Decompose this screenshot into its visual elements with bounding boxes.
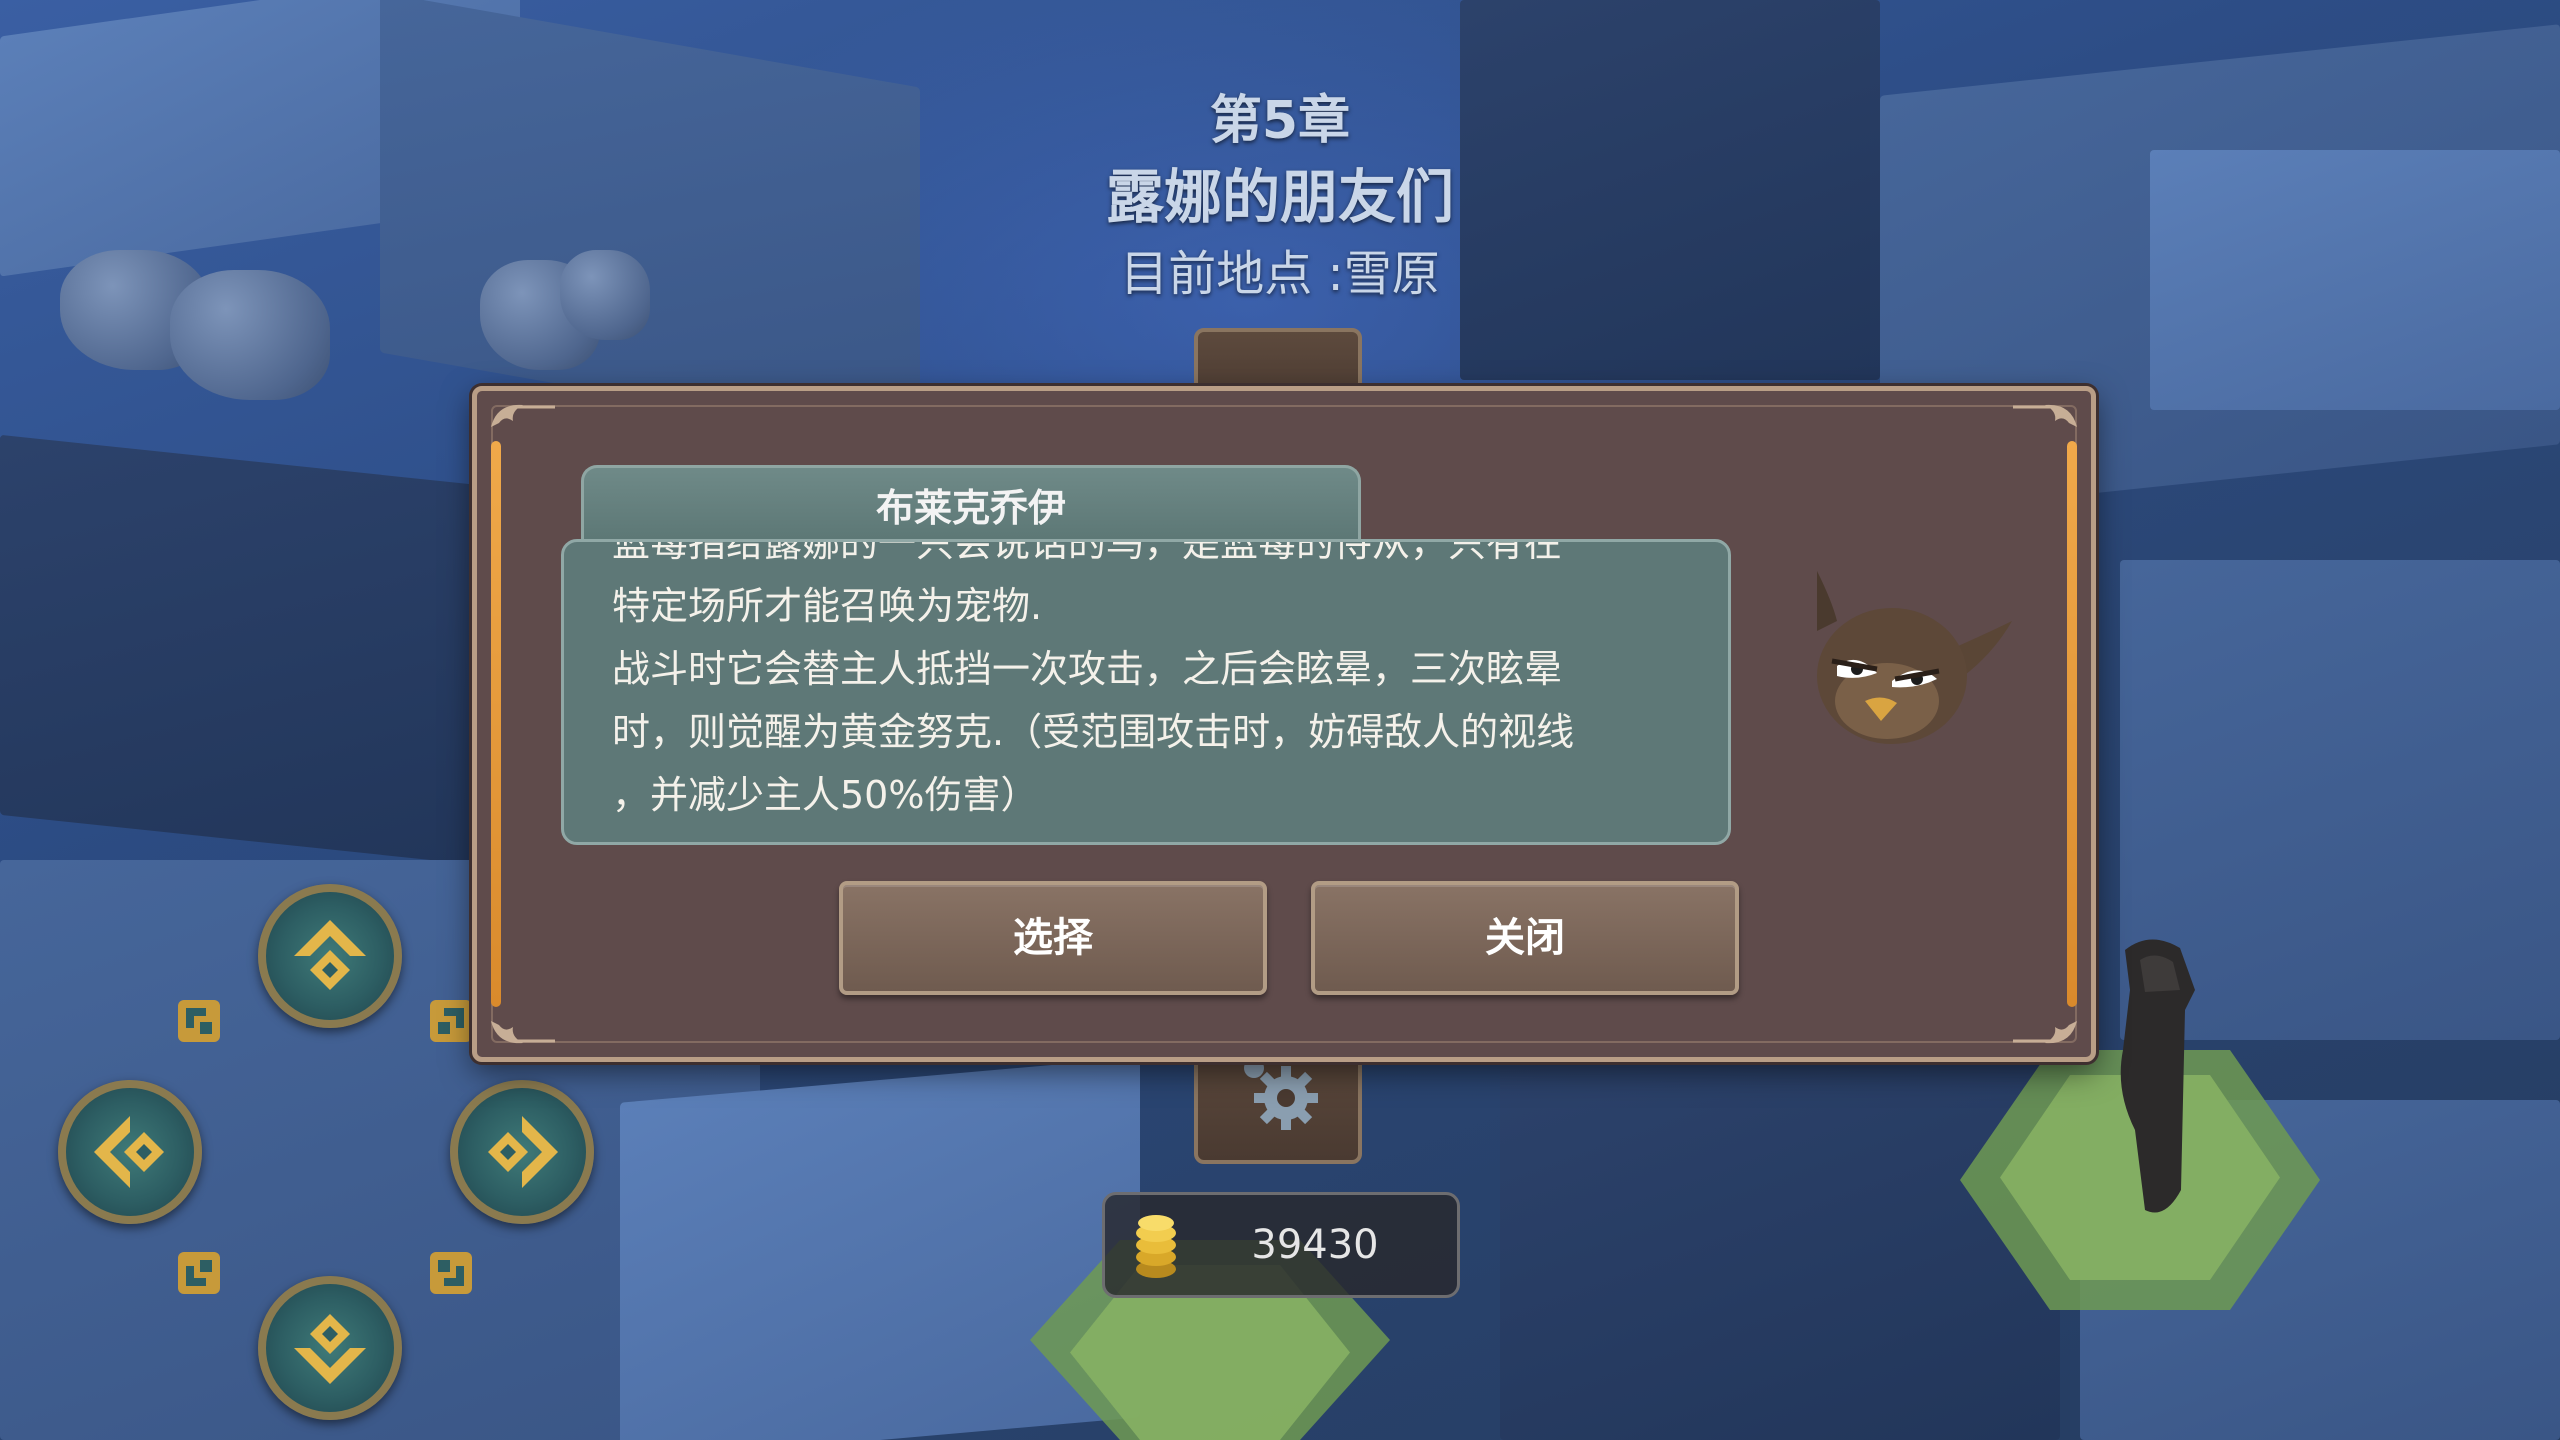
dpad-down-button[interactable] (258, 1276, 402, 1420)
dpad-up-left-button[interactable] (176, 998, 222, 1044)
dpad-up-button[interactable] (258, 884, 402, 1028)
select-button[interactable]: 选择 (839, 881, 1267, 995)
dialog-right-accent (2067, 441, 2077, 1007)
current-location: 目前地点 :雪原 (1120, 246, 1440, 302)
arrow-down-right-icon (430, 1252, 472, 1294)
pet-name: 布莱克乔伊 (875, 486, 1066, 530)
arrow-down-left-icon (178, 1252, 220, 1294)
select-button-label: 选择 (1013, 915, 1093, 961)
dark-totem (2120, 939, 2195, 1213)
chapter-title: 露娜的朋友们 (1105, 163, 1454, 231)
arrow-up-left-icon (178, 1000, 220, 1042)
pet-description-panel[interactable]: 蓝莓指给露娜的一只会说话的鸟，是蓝莓的侍从，只有在 特定场所才能召唤为宠物. 战… (561, 539, 1731, 845)
dpad-left-button[interactable] (58, 1080, 202, 1224)
ice-block (0, 434, 480, 866)
gold-coin-icon (1136, 1215, 1176, 1278)
pet-info-dialog: 布莱克乔伊 蓝莓指给露娜的一只会说话的鸟，是蓝莓的侍从，只有在 特定场所才能召唤… (472, 386, 2096, 1062)
corner-ornament-icon (491, 1021, 555, 1044)
gold-amount: 39430 (1251, 1222, 1379, 1268)
ice-block (1500, 1060, 2060, 1440)
dpad-up-right-button[interactable] (428, 998, 474, 1044)
ice-block (620, 1057, 1140, 1440)
arrow-right-icon (488, 1116, 558, 1188)
dialog-left-accent (491, 441, 501, 1007)
close-button[interactable]: 关闭 (1311, 881, 1739, 995)
corner-ornament-icon (2013, 1021, 2077, 1044)
chapter-number: 第5章 (1209, 91, 1351, 151)
pet-description-text: 蓝莓指给露娜的一只会说话的鸟，是蓝莓的侍从，只有在 特定场所才能召唤为宠物. 战… (612, 539, 1575, 817)
pet-name-tab: 布莱克乔伊 (581, 465, 1361, 546)
corner-ornament-icon (491, 404, 555, 427)
arrow-up-icon (294, 920, 366, 990)
gold-counter: 39430 (1102, 1192, 1460, 1298)
bird-owl-icon (1817, 571, 2012, 744)
corner-ornament-icon (2013, 404, 2077, 427)
dpad-down-right-button[interactable] (428, 1250, 474, 1296)
arrow-down-icon (294, 1314, 366, 1384)
arrow-up-right-icon (430, 1000, 472, 1042)
arrow-left-icon (94, 1116, 164, 1188)
dpad-right-button[interactable] (450, 1080, 594, 1224)
dpad-down-left-button[interactable] (176, 1250, 222, 1296)
close-button-label: 关闭 (1485, 915, 1565, 961)
